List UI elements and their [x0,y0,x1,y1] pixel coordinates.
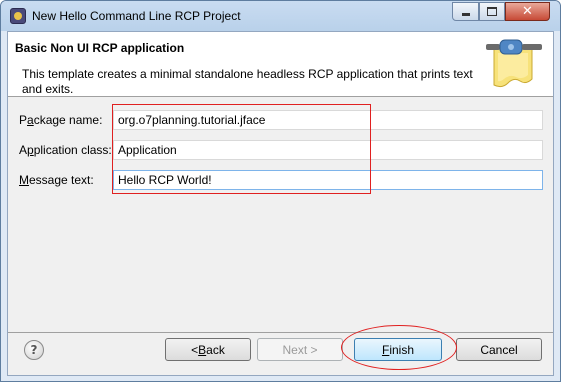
finish-button-suffix: inish [389,342,415,357]
back-button-prefix: < [191,342,199,357]
application-label: Application class: [19,143,112,157]
wizard-banner: Basic Non UI RCP application This templa… [8,32,553,97]
minimize-button[interactable] [452,2,479,21]
close-icon: ✕ [522,4,533,19]
application-class-field[interactable]: Application [113,140,543,160]
application-row: Application class: Application [19,140,549,160]
back-button-suffix: ack [206,342,225,357]
next-button[interactable]: Next > [257,338,343,361]
package-row: Package name: org.o7planning.tutorial.jf… [19,110,549,130]
finish-button-mnemonic: F [381,342,390,357]
title-bar[interactable]: New Hello Command Line RCP Project ✕ [1,1,560,31]
wizard-client-area: Basic Non UI RCP application This templa… [7,31,554,376]
back-button-mnemonic: B [198,342,207,357]
package-label: Package name: [19,113,103,127]
message-text-field[interactable]: Hello RCP World! [113,170,543,190]
finish-button[interactable]: Finish [354,338,442,361]
message-row: Message text: Hello RCP World! [19,170,549,190]
button-bar-separator [8,332,553,333]
minimize-icon [461,13,470,16]
close-button[interactable]: ✕ [505,2,550,21]
help-button[interactable]: ? [24,340,44,360]
package-name-field[interactable]: org.o7planning.tutorial.jface [113,110,543,130]
banner-title: Basic Non UI RCP application [15,41,185,55]
banner-description: This template creates a minimal standalo… [22,67,473,96]
maximize-icon [487,7,497,16]
back-button[interactable]: < Back [165,338,251,361]
plugin-wizard-icon [486,39,542,88]
maximize-button[interactable] [479,2,505,21]
wizard-window: New Hello Command Line RCP Project ✕ Bas… [0,0,561,382]
message-label: Message text: [19,173,94,187]
cancel-button[interactable]: Cancel [456,338,542,361]
eclipse-app-icon [10,8,26,24]
window-title: New Hello Command Line RCP Project [32,9,241,23]
